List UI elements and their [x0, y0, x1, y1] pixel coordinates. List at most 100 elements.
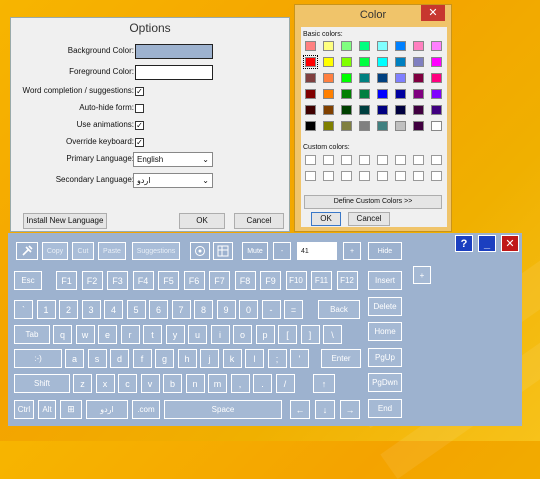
- key-emoticon[interactable]: :-): [14, 349, 62, 368]
- minimize-icon[interactable]: _: [478, 235, 496, 252]
- key-end[interactable]: End: [368, 398, 402, 418]
- key-space[interactable]: Space: [164, 400, 282, 419]
- basic-color-swatch[interactable]: [305, 41, 316, 51]
- key-char[interactable]: ;: [267, 349, 287, 368]
- size-input[interactable]: 41: [297, 242, 337, 260]
- side-plus-button[interactable]: +: [413, 266, 431, 284]
- secondary-language-select[interactable]: اردو ⌄: [133, 173, 213, 188]
- key-char[interactable]: p: [255, 325, 275, 344]
- key-char[interactable]: v: [140, 374, 160, 393]
- basic-color-swatch[interactable]: [377, 121, 388, 131]
- fg-color-swatch[interactable]: [135, 65, 213, 80]
- key-char[interactable]: x: [95, 374, 115, 393]
- custom-color-swatch[interactable]: [341, 155, 352, 165]
- key-char[interactable]: n: [185, 374, 205, 393]
- key-enter[interactable]: Enter: [321, 349, 361, 368]
- key-f12[interactable]: F12: [336, 271, 358, 290]
- basic-color-swatch[interactable]: [395, 41, 406, 51]
- custom-color-swatch[interactable]: [323, 155, 334, 165]
- key-ctrl[interactable]: Ctrl: [14, 400, 34, 419]
- cut-button[interactable]: Cut: [72, 242, 94, 260]
- key-arrow-up[interactable]: ↑: [313, 374, 335, 393]
- basic-color-swatch[interactable]: [377, 105, 388, 115]
- key-f5[interactable]: F5: [158, 271, 179, 290]
- custom-color-swatch[interactable]: [413, 171, 424, 181]
- key-shift[interactable]: Shift: [14, 374, 70, 393]
- key-arrow-left[interactable]: ←: [290, 400, 310, 419]
- basic-color-swatch[interactable]: [323, 73, 334, 83]
- basic-color-swatch[interactable]: [413, 89, 424, 99]
- suggestions-button[interactable]: Suggestions: [132, 242, 180, 260]
- custom-color-swatch[interactable]: [359, 171, 370, 181]
- key-alt[interactable]: Alt: [38, 400, 56, 419]
- key-char[interactable]: z: [73, 374, 92, 393]
- word-completion-checkbox[interactable]: ✓: [135, 87, 144, 96]
- key-delete[interactable]: Delete: [368, 296, 402, 316]
- cancel-button[interactable]: Cancel: [234, 213, 284, 229]
- paste-button[interactable]: Paste: [98, 242, 126, 260]
- key-esc[interactable]: Esc: [14, 271, 42, 290]
- basic-color-swatch[interactable]: [359, 105, 370, 115]
- basic-color-swatch[interactable]: [323, 89, 334, 99]
- windows-icon[interactable]: ⊞: [60, 400, 82, 419]
- key-f4[interactable]: F4: [132, 271, 154, 290]
- basic-color-swatch[interactable]: [341, 41, 352, 51]
- key-f9[interactable]: F9: [260, 271, 281, 290]
- help-icon[interactable]: ?: [455, 235, 473, 252]
- key-char[interactable]: ': [290, 349, 309, 368]
- key-char[interactable]: ,: [230, 374, 250, 393]
- key-char[interactable]: 2: [59, 300, 78, 319]
- basic-color-swatch[interactable]: [359, 41, 370, 51]
- key-char[interactable]: 8: [194, 300, 213, 319]
- custom-color-swatch[interactable]: [305, 171, 316, 181]
- key-home[interactable]: Home: [368, 322, 402, 341]
- custom-color-swatch[interactable]: [305, 155, 316, 165]
- key-char[interactable]: b: [163, 374, 182, 393]
- basic-color-swatch[interactable]: [413, 41, 424, 51]
- basic-color-swatch[interactable]: [395, 73, 406, 83]
- basic-color-swatch[interactable]: [413, 105, 424, 115]
- ok-button[interactable]: OK: [179, 213, 225, 229]
- key-char[interactable]: ]: [300, 325, 320, 344]
- key-f6[interactable]: F6: [183, 271, 205, 290]
- basic-color-swatch[interactable]: [323, 57, 334, 67]
- key-f8[interactable]: F8: [234, 271, 256, 290]
- key-char[interactable]: h: [177, 349, 197, 368]
- key-char[interactable]: `: [14, 300, 33, 319]
- auto-hide-checkbox[interactable]: [135, 104, 144, 113]
- basic-color-swatch[interactable]: [305, 105, 316, 115]
- key-char[interactable]: d: [110, 349, 129, 368]
- key-char[interactable]: =: [284, 300, 303, 319]
- key-char[interactable]: m: [208, 374, 227, 393]
- key-f11[interactable]: F11: [311, 271, 332, 290]
- custom-color-swatch[interactable]: [323, 171, 334, 181]
- key-char[interactable]: 1: [36, 300, 56, 319]
- basic-color-swatch[interactable]: [431, 105, 442, 115]
- key-f7[interactable]: F7: [209, 271, 230, 290]
- key-dotcom[interactable]: .com: [132, 400, 160, 419]
- basic-color-swatch[interactable]: [341, 89, 352, 99]
- basic-color-swatch[interactable]: [377, 41, 388, 51]
- key-arrow-right[interactable]: →: [340, 400, 360, 419]
- size-decrease-button[interactable]: -: [273, 242, 291, 260]
- key-char[interactable]: t: [143, 325, 162, 344]
- key-char[interactable]: 7: [171, 300, 191, 319]
- key-char[interactable]: j: [200, 349, 219, 368]
- key-char[interactable]: a: [65, 349, 84, 368]
- custom-color-swatch[interactable]: [377, 171, 388, 181]
- key-char[interactable]: c: [118, 374, 137, 393]
- key-char[interactable]: r: [120, 325, 140, 344]
- primary-language-select[interactable]: English ⌄: [133, 152, 213, 167]
- basic-color-swatch[interactable]: [377, 57, 388, 67]
- basic-color-swatch[interactable]: [413, 121, 424, 131]
- basic-color-swatch[interactable]: [305, 73, 316, 83]
- key-char[interactable]: w: [75, 325, 95, 344]
- basic-color-swatch[interactable]: [413, 57, 424, 67]
- define-custom-colors-button[interactable]: Define Custom Colors >>: [304, 195, 442, 209]
- key-char[interactable]: -: [261, 300, 281, 319]
- key-char[interactable]: e: [98, 325, 117, 344]
- basic-color-swatch[interactable]: [341, 57, 352, 67]
- basic-color-swatch[interactable]: [323, 41, 334, 51]
- key-tab[interactable]: Tab: [14, 325, 50, 344]
- animations-checkbox[interactable]: ✓: [135, 121, 144, 130]
